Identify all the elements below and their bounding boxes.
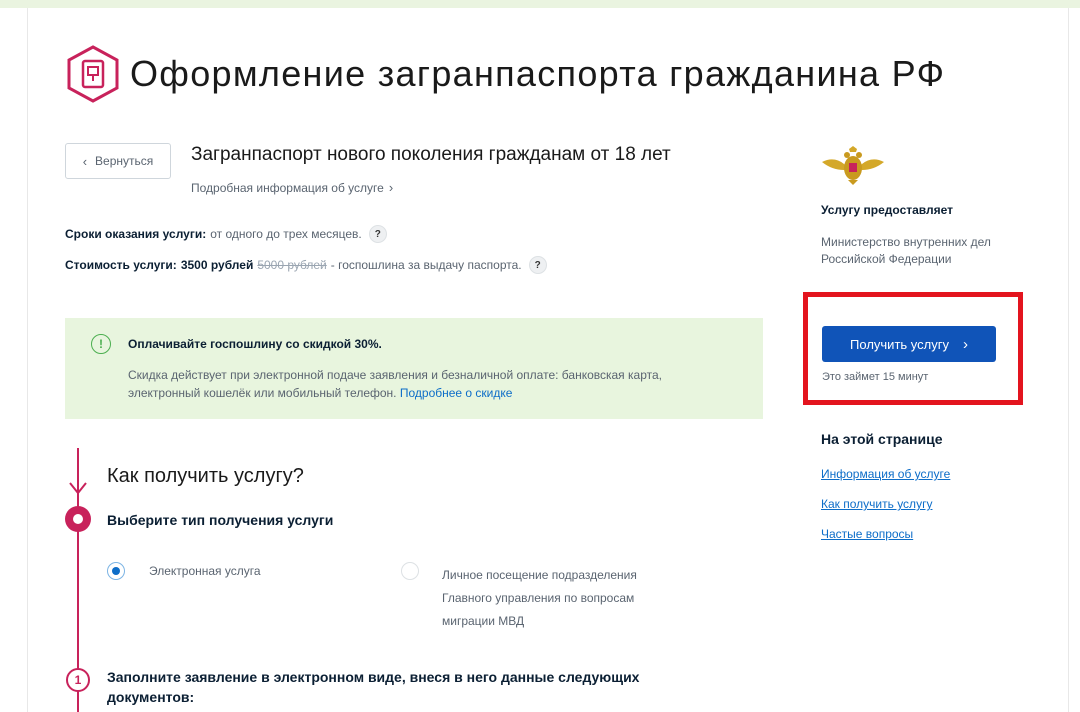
radio-personal-visit[interactable] (401, 562, 419, 580)
discount-banner: ! Оплачивайте госпошлину со скидкой 30%.… (65, 318, 763, 419)
toc-link-faq[interactable]: Частые вопросы (821, 527, 913, 541)
step-choose-type-title: Выберите тип получения услуги (107, 512, 334, 528)
time-estimate: Это займет 15 минут (822, 371, 929, 383)
exclamation-circle-icon: ! (91, 334, 111, 354)
get-service-button-label: Получить услугу (850, 336, 949, 352)
step-fill-application-title: Заполните заявление в электронном виде, … (107, 669, 640, 705)
page-title: Оформление загранпаспорта гражданина РФ (130, 53, 946, 94)
radio-personal-visit-label[interactable]: Личное посещение подразделения Главного … (442, 564, 672, 633)
toc-link-how-to-get[interactable]: Как получить услугу (821, 497, 932, 511)
radio-electronic-label[interactable]: Электронная услуга (149, 564, 261, 578)
service-terms: Сроки оказания услуги: от одного до трех… (65, 225, 387, 243)
cost-old-value: 5000 рублей (257, 258, 327, 272)
arrow-down-icon (69, 482, 87, 495)
chevron-right-icon: › (962, 335, 968, 353)
toc-title: На этой странице (821, 431, 943, 447)
step-number-badge: 1 (66, 668, 90, 692)
service-cost: Стоимость услуги: 3500 рублей 5000 рубле… (65, 256, 547, 274)
cost-label: Стоимость услуги: (65, 258, 177, 272)
chevron-left-icon: ‹ (82, 153, 88, 169)
discount-title: Оплачивайте госпошлину со скидкой 30%. (128, 337, 382, 351)
cost-value: 3500 рублей (180, 258, 254, 272)
toc-link-service-info[interactable]: Информация об услуге (821, 467, 950, 481)
service-info-link[interactable]: Подробная информация об услуге › (191, 180, 393, 195)
back-button-label: Вернуться (95, 154, 154, 168)
chevron-right-icon: › (388, 180, 394, 195)
discount-more-link[interactable]: Подробнее о скидке (400, 386, 513, 400)
terms-value: от одного до трех месяцев. (210, 227, 362, 241)
cost-suffix: - госпошлина за выдачу паспорта. (330, 258, 522, 272)
top-status-bar (0, 0, 1080, 8)
discount-text: Скидка действует при электронной подаче … (128, 366, 728, 402)
provider-label: Услугу предоставляет (821, 203, 954, 217)
discount-text-body: Скидка действует при электронной подаче … (128, 368, 662, 400)
terms-label: Сроки оказания услуги: (65, 227, 207, 241)
page-header: Оформление загранпаспорта гражданина РФ (64, 44, 945, 104)
terms-help-icon[interactable]: ? (368, 225, 387, 243)
service-info-link-label: Подробная информация об услуге (191, 181, 384, 195)
current-step-marker (65, 506, 91, 532)
service-title: Загранпаспорт нового поколения гражданам… (191, 144, 671, 165)
back-button[interactable]: ‹ Вернуться (65, 143, 171, 179)
how-to-get-title: Как получить услугу? (107, 465, 304, 487)
passport-hexagon-icon (67, 45, 119, 103)
double-headed-eagle-emblem (822, 146, 884, 185)
provider-name: Министерство внутренних дел Российской Ф… (821, 235, 991, 266)
get-service-button[interactable]: Получить услугу › (822, 326, 996, 362)
radio-electronic-service[interactable] (107, 562, 125, 580)
cost-help-icon[interactable]: ? (528, 256, 547, 274)
